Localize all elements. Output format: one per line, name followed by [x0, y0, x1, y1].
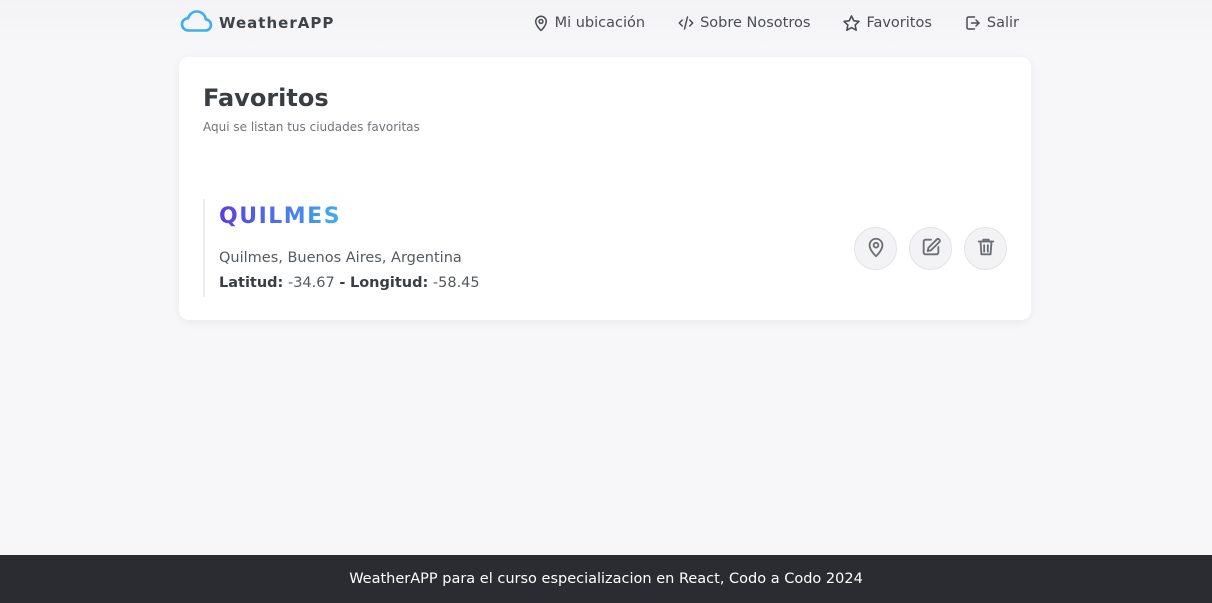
nav-item-label: Favoritos — [866, 15, 932, 31]
edit-favorite-button[interactable] — [909, 227, 952, 270]
navbar: WeatherAPP Mi ubicación Sobre Nosotros F… — [0, 0, 1212, 46]
footer-text: WeatherAPP para el curso especializacion… — [349, 571, 863, 587]
map-pin-icon — [532, 14, 550, 32]
trash-icon — [975, 236, 997, 262]
nav-item-salir[interactable]: Salir — [964, 14, 1019, 32]
page-title: Favoritos — [203, 84, 329, 112]
edit-icon — [920, 236, 942, 262]
nav-item-favoritos[interactable]: Favoritos — [842, 14, 932, 33]
brand-name: WeatherAPP — [219, 14, 335, 32]
longitude-label: Longitud: — [349, 275, 429, 291]
nav-item-sobre-nosotros[interactable]: Sobre Nosotros — [677, 14, 810, 32]
favorites-card: Favoritos Aqui se listan tus ciudades fa… — [179, 57, 1031, 320]
nav-item-label: Sobre Nosotros — [700, 15, 811, 31]
footer: WeatherAPP para el curso especializacion… — [0, 555, 1212, 603]
nav-item-mi-ubicacion[interactable]: Mi ubicación — [532, 14, 646, 32]
view-location-button[interactable] — [854, 227, 897, 270]
brand-link[interactable]: WeatherAPP — [180, 9, 335, 37]
coordinates: Latitud: -34.67 - Longitud: -58.45 — [219, 275, 480, 291]
favorite-item: QUILMES Quilmes, Buenos Aires, Argentina… — [203, 199, 1007, 297]
cloud-icon — [180, 9, 213, 37]
city-full-name: Quilmes, Buenos Aires, Argentina — [219, 250, 462, 266]
page-subtitle: Aqui se listan tus ciudades favoritas — [203, 120, 420, 134]
code-icon — [677, 14, 695, 32]
latitude-label: Latitud: — [219, 275, 284, 291]
map-pin-icon — [865, 236, 887, 262]
nav-item-label: Mi ubicación — [554, 15, 646, 31]
latitude-value: -34.67 — [287, 275, 335, 291]
longitude-value: -58.45 — [432, 275, 480, 291]
nav-item-label: Salir — [986, 15, 1019, 31]
logout-icon — [964, 14, 982, 32]
coord-separator: - — [339, 275, 346, 291]
nav-links: Mi ubicación Sobre Nosotros Favoritos Sa… — [532, 11, 1019, 35]
star-icon — [842, 14, 861, 33]
city-name: QUILMES — [219, 204, 342, 229]
favorite-actions — [854, 227, 1007, 270]
delete-favorite-button[interactable] — [964, 227, 1007, 270]
